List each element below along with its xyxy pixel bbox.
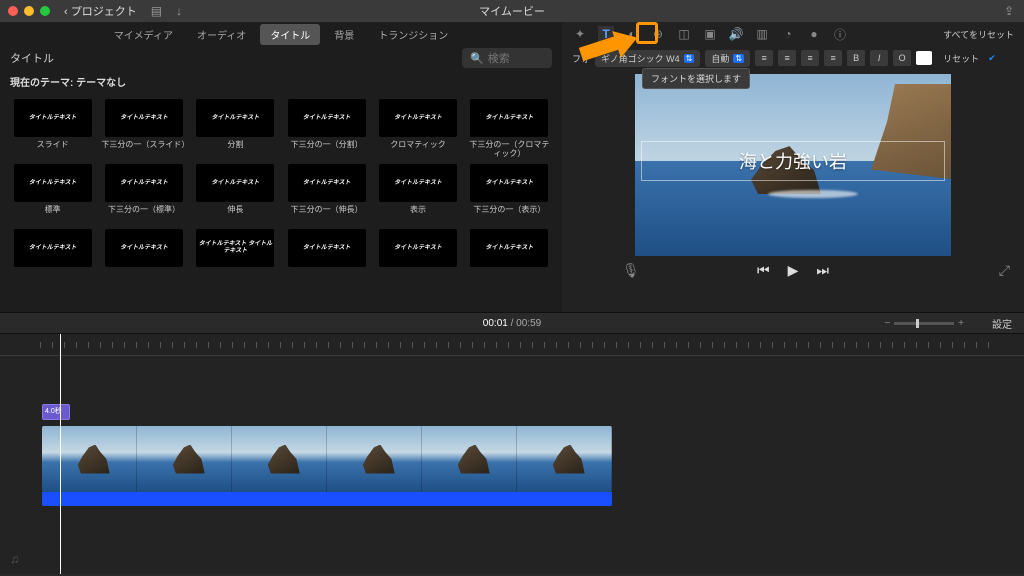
title-thumbnail[interactable]: タイトルテキスト表示 [375, 164, 460, 223]
tab-mymedia[interactable]: マイメディア [104, 24, 183, 45]
prev-frame-icon[interactable]: ⏮ [757, 262, 770, 279]
back-button[interactable]: ‹ プロジェクト [64, 3, 137, 19]
title-clip[interactable]: 4.0秒 – [42, 404, 70, 420]
text-color-swatch[interactable] [916, 51, 932, 65]
text-tab-icon[interactable]: T [598, 26, 614, 42]
title-edit-box[interactable]: 海と力強い岩 [641, 141, 945, 181]
title-thumbnail[interactable]: タイトルテキスト伸長 [193, 164, 278, 223]
font-label: フォ [572, 52, 590, 65]
title-thumbnail[interactable]: タイトルテキスト下三分の一（標準） [101, 164, 186, 223]
font-toolbar: フォ ギノ角ゴシック W4 ⇅ 自動 ⇅ ≡ ≡ ≡ ≡ B I O リセット … [562, 46, 1024, 70]
title-text[interactable]: 海と力強い岩 [648, 148, 938, 174]
close-icon[interactable] [8, 6, 18, 16]
zoom-out-icon[interactable]: − [884, 318, 890, 329]
theme-label: 現在のテーマ: テーマなし [0, 70, 562, 93]
outline-button[interactable]: O [893, 50, 911, 66]
current-time: 00:01 [483, 318, 508, 329]
minimize-icon[interactable] [24, 6, 34, 16]
search-icon: 🔍 [470, 52, 484, 65]
title-thumbnail[interactable]: タイトルテキスト [375, 229, 460, 288]
align-right-button[interactable]: ≡ [801, 50, 819, 66]
stepper-icon: ⇅ [733, 54, 744, 63]
title-thumbnail[interactable]: タイトルテキスト標準 [10, 164, 95, 223]
timeline-settings-button[interactable]: 設定 [992, 316, 1012, 331]
timeline[interactable]: 4.0秒 – ♫ [0, 334, 1024, 574]
reset-button[interactable]: リセット [943, 52, 979, 65]
fullscreen-icon[interactable]: ⤢ [999, 262, 1010, 279]
window-titlebar: ‹ プロジェクト ▤ ↓ マイムービー ⇪ [0, 0, 1024, 22]
share-icon[interactable]: ⇪ [1004, 4, 1014, 18]
clip-filter-icon[interactable]: ● [806, 26, 822, 42]
tab-transitions[interactable]: トランジション [368, 24, 458, 45]
preview-viewer[interactable]: 海と力強い岩 [635, 74, 951, 256]
title-thumbnail[interactable]: タイトルテキスト [284, 229, 369, 288]
maximize-icon[interactable] [40, 6, 50, 16]
player-controls: 🎙 ⏮ ▶ ⏭ ⤢ [562, 262, 1024, 279]
zoom-in-icon[interactable]: + [958, 318, 964, 329]
bold-button[interactable]: B [847, 50, 865, 66]
music-track-icon[interactable]: ♫ [10, 552, 19, 566]
total-time: 00:59 [516, 318, 541, 329]
title-thumbnail[interactable]: タイトルテキスト下三分の一（スライド） [101, 99, 186, 158]
color-correction-icon[interactable]: ⊕ [650, 26, 666, 42]
media-browser: マイメディア オーディオ タイトル 背景 トランジション タイトル 🔍 検索 現… [0, 22, 562, 312]
zoom-slider[interactable]: − + [884, 318, 964, 329]
noise-icon[interactable]: ▥ [754, 26, 770, 42]
color-balance-icon[interactable]: ◐ [624, 26, 640, 42]
inspector-tabs: ✦ T ◐ ⊕ ◫ ▣ 🔊 ▥ ◔ ● ⓘ すべてをリセット [562, 22, 1024, 46]
tab-backgrounds[interactable]: 背景 [324, 24, 364, 45]
title-thumbnail[interactable]: タイトルテキスト下三分の一（表示） [467, 164, 552, 223]
magic-icon[interactable]: ✦ [572, 26, 588, 42]
playhead[interactable] [60, 334, 61, 574]
italic-button[interactable]: I [870, 50, 888, 66]
title-thumbnail[interactable]: タイトルテキスト下三分の一（伸長） [284, 164, 369, 223]
viewer-panel: ✦ T ◐ ⊕ ◫ ▣ 🔊 ▥ ◔ ● ⓘ すべてをリセット フォ ギノ角ゴシッ… [562, 22, 1024, 312]
search-placeholder: 検索 [488, 50, 510, 66]
crop-icon[interactable]: ◫ [676, 26, 692, 42]
volume-icon[interactable]: 🔊 [728, 26, 744, 42]
tab-audio[interactable]: オーディオ [187, 24, 256, 45]
speed-icon[interactable]: ◔ [780, 26, 796, 42]
titles-grid: タイトルテキストスライドタイトルテキスト下三分の一（スライド）タイトルテキスト分… [0, 93, 562, 294]
align-left-button[interactable]: ≡ [755, 50, 773, 66]
library-icon[interactable]: ▤ [151, 4, 162, 18]
title-thumbnail[interactable]: タイトルテキスト下三分の一（分割） [284, 99, 369, 158]
tab-titles[interactable]: タイトル [260, 24, 320, 45]
browser-tabs: マイメディア オーディオ タイトル 背景 トランジション [0, 22, 562, 46]
stepper-icon: ⇅ [684, 54, 695, 63]
reset-all-button[interactable]: すべてをリセット [943, 28, 1014, 41]
search-input[interactable]: 🔍 検索 [462, 48, 552, 68]
info-icon[interactable]: ⓘ [832, 26, 848, 42]
video-clip[interactable] [42, 426, 612, 492]
next-frame-icon[interactable]: ⏭ [816, 262, 829, 279]
title-thumbnail[interactable]: タイトルテキスト分割 [193, 99, 278, 158]
timeline-ruler[interactable] [0, 342, 1024, 356]
title-thumbnail[interactable]: タイトルテキスト [10, 229, 95, 288]
align-center-button[interactable]: ≡ [778, 50, 796, 66]
font-size-select[interactable]: 自動 ⇅ [705, 50, 750, 67]
import-icon[interactable]: ↓ [176, 4, 182, 18]
title-thumbnail[interactable]: タイトルテキストスライド [10, 99, 95, 158]
window-title: マイムービー [479, 3, 545, 19]
title-thumbnail[interactable]: タイトルテキスト タイトルテキスト [193, 229, 278, 288]
stabilize-icon[interactable]: ▣ [702, 26, 718, 42]
back-label: プロジェクト [71, 6, 137, 18]
align-justify-button[interactable]: ≡ [824, 50, 842, 66]
time-display-row: 00:01 / 00:59 − + 設定 [0, 312, 1024, 334]
traffic-lights [8, 6, 50, 16]
title-thumbnail[interactable]: タイトルテキスト下三分の一（クロマティック） [467, 99, 552, 158]
title-thumbnail[interactable]: タイトルテキスト [101, 229, 186, 288]
audio-clip[interactable] [42, 492, 612, 506]
apply-check-icon[interactable]: ✔ [988, 53, 996, 64]
section-title: タイトル [10, 50, 54, 66]
record-voiceover-icon[interactable]: 🎙 [622, 262, 640, 279]
font-family-select[interactable]: ギノ角ゴシック W4 ⇅ [595, 50, 700, 67]
font-tooltip: フォントを選択します [642, 68, 750, 89]
title-thumbnail[interactable]: タイトルテキスト [467, 229, 552, 288]
size-mode: 自動 [711, 52, 729, 65]
font-name: ギノ角ゴシック W4 [601, 52, 680, 65]
title-thumbnail[interactable]: タイトルテキストクロマティック [375, 99, 460, 158]
play-icon[interactable]: ▶ [788, 262, 799, 279]
